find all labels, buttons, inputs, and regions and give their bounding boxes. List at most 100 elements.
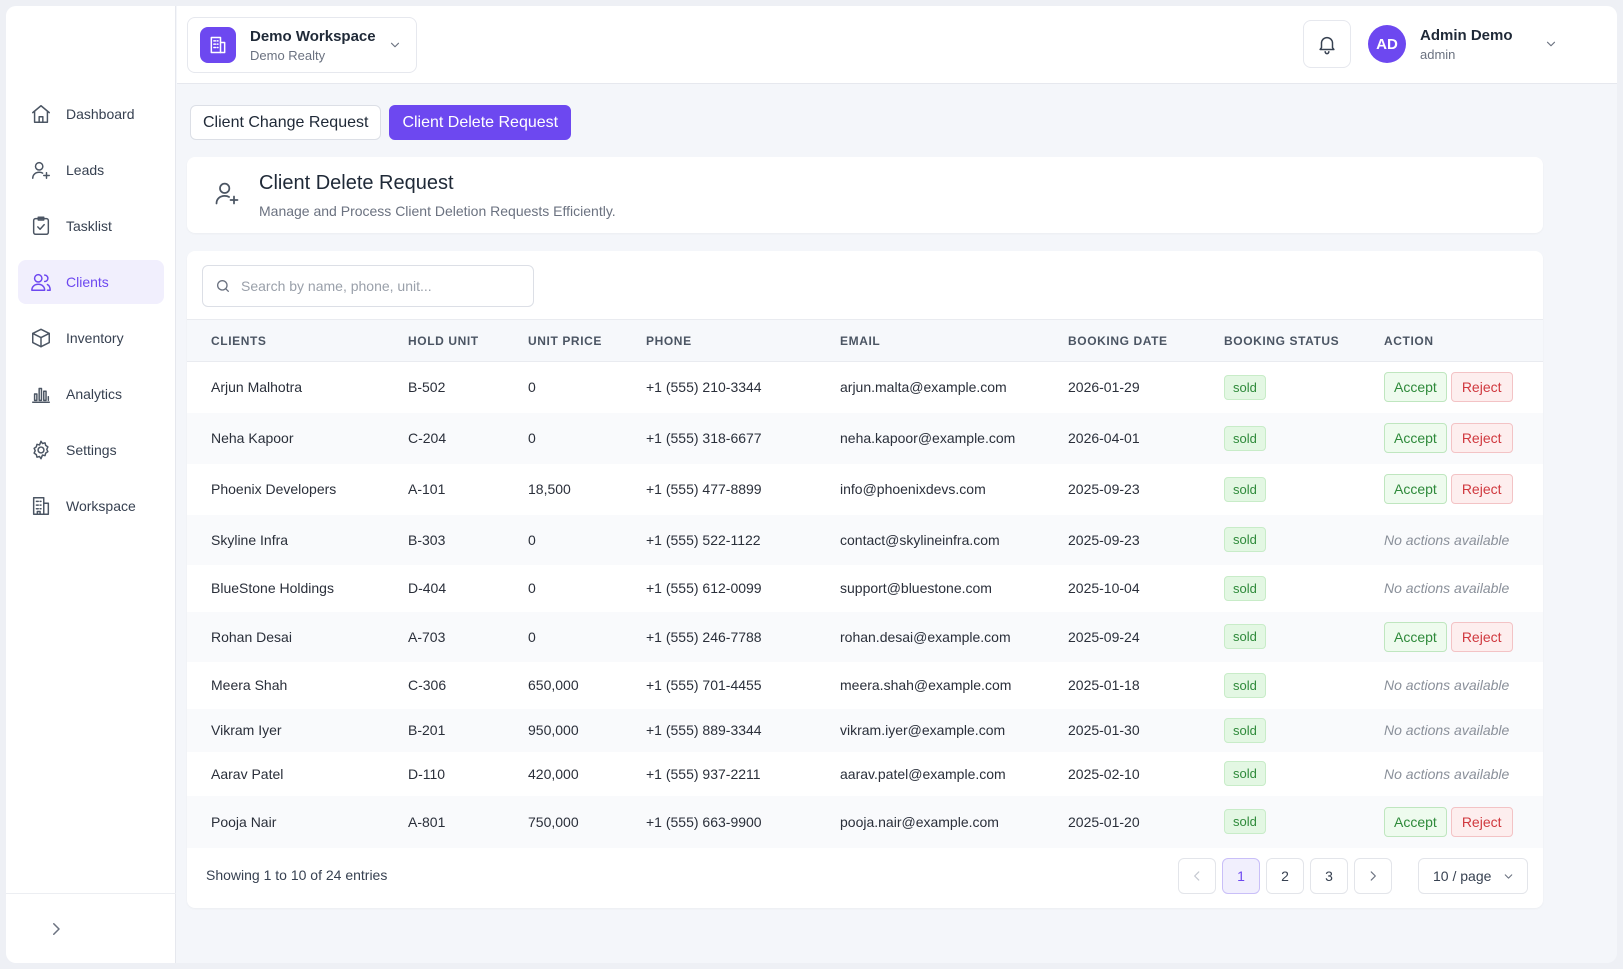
column-header-unit-price[interactable]: UNIT PRICE	[528, 320, 646, 362]
booking-status-cell: sold	[1224, 752, 1384, 796]
email-cell: neha.kapoor@example.com	[840, 430, 1016, 446]
page-button-2[interactable]: 2	[1266, 858, 1304, 894]
booking-date-cell: 2025-10-04	[1068, 580, 1140, 596]
prev-page-button[interactable]	[1178, 858, 1216, 894]
workspace-switcher[interactable]: Demo Workspace Demo Realty	[187, 17, 417, 73]
no-actions-text: No actions available	[1384, 580, 1510, 596]
table-row: Neha Kapoor C-204 0 +1 (555) 318-6677 neha.k…	[187, 412, 1543, 464]
next-page-button[interactable]	[1354, 858, 1392, 894]
table-row: Rohan Desai A-703 0 +1 (555) 246-7788 rohan.…	[187, 611, 1543, 662]
hold-unit-cell: A-801	[408, 813, 446, 830]
accept-button[interactable]: Accept	[1384, 806, 1447, 837]
reject-button[interactable]: Reject	[1450, 372, 1513, 403]
hold-unit-cell: B-201	[408, 722, 446, 738]
accept-button[interactable]: Accept	[1384, 423, 1447, 453]
workspace-name: Demo Workspace	[250, 27, 376, 45]
booking-date-cell: 2025-09-23	[1068, 481, 1140, 497]
hold-unit-cell: A-101	[408, 481, 446, 497]
sidebar-item-analytics[interactable]: Analytics	[18, 372, 164, 416]
booking-status-cell: sold	[1224, 413, 1384, 464]
page-size-select[interactable]: 10 / page	[1418, 858, 1528, 894]
sidebar-item-settings[interactable]: Settings	[18, 428, 164, 472]
column-header-phone[interactable]: PHONE	[646, 320, 840, 362]
booking-date-cell: 2025-01-20	[1068, 813, 1140, 830]
chevron-down-icon	[1504, 874, 1513, 879]
page-button-3[interactable]: 3	[1310, 858, 1348, 894]
booking-date-cell: 2025-01-18	[1068, 677, 1140, 693]
booking-date-cell: 2025-09-23	[1068, 531, 1140, 548]
action-cell: Accept Reject	[1384, 612, 1543, 662]
booking-status-cell: sold	[1224, 709, 1384, 752]
status-badge: sold	[1224, 717, 1266, 743]
unit-price-cell: 950,000	[528, 722, 579, 738]
no-actions-text: No actions available	[1384, 765, 1510, 782]
client-name-cell: Rohan Desai	[211, 628, 292, 645]
hold-unit-cell: B-502	[408, 379, 446, 396]
phone-cell: +1 (555) 210-3344	[646, 379, 762, 396]
sidebar-item-workspace[interactable]: Workspace	[18, 484, 164, 528]
email-cell: aarav.patel@example.com	[840, 765, 1006, 782]
booking-status-cell: sold	[1224, 796, 1384, 848]
booking-status-cell: sold	[1224, 565, 1384, 612]
column-header-action: ACTION	[1384, 333, 1434, 348]
phone-cell: +1 (555) 246-7788	[646, 628, 762, 645]
sidebar-item-dashboard[interactable]: Dashboard	[18, 92, 164, 136]
sidebar-item-label: Leads	[66, 162, 105, 178]
action-cell: Accept Reject	[1384, 413, 1543, 464]
sidebar-item-inventory[interactable]: Inventory	[18, 316, 164, 360]
phone-cell: +1 (555) 318-6677	[646, 430, 762, 446]
booking-date-cell: 2026-04-01	[1068, 430, 1140, 446]
box-icon	[32, 328, 50, 348]
sidebar-item-clients[interactable]: Clients	[18, 260, 164, 304]
requests-table-card: CLIENTS HOLD UNIT UNIT PRICE PHONE EMAIL…	[187, 251, 1543, 908]
phone-cell: +1 (555) 612-0099	[646, 580, 762, 596]
sidebar-item-label: Settings	[66, 442, 117, 458]
client-name-cell: BlueStone Holdings	[211, 580, 334, 596]
sidebar-item-label: Dashboard	[66, 106, 135, 122]
reject-button[interactable]: Reject	[1450, 474, 1513, 504]
column-header-email[interactable]: EMAIL	[840, 320, 1068, 362]
table-row: Skyline Infra B-303 0 +1 (555) 522-1122 cont…	[187, 514, 1543, 565]
column-header-booking-date[interactable]: BOOKING DATE	[1068, 320, 1224, 362]
phone-cell: +1 (555) 889-3344	[646, 722, 762, 738]
status-badge: sold	[1224, 527, 1266, 552]
tab-client-delete-request[interactable]: Client Delete Request	[389, 105, 572, 140]
user-menu[interactable]: AD Admin Demo admin	[1368, 20, 1558, 68]
column-header-booking-status[interactable]: BOOKING STATUS	[1224, 320, 1384, 362]
page-button-1[interactable]: 1	[1222, 858, 1260, 894]
bar-chart-icon	[32, 387, 50, 403]
client-name-cell: Arjun Malhotra	[211, 379, 303, 396]
reject-button[interactable]: Reject	[1450, 621, 1513, 652]
unit-price-cell: 750,000	[528, 813, 579, 830]
accept-button[interactable]: Accept	[1384, 621, 1447, 652]
hold-unit-cell: B-303	[408, 531, 446, 548]
accept-button[interactable]: Accept	[1384, 372, 1447, 403]
sidebar-collapse-toggle[interactable]	[6, 893, 176, 963]
booking-date-cell: 2025-02-10	[1068, 765, 1140, 782]
unit-price-cell: 650,000	[528, 677, 579, 693]
column-header-hold-unit[interactable]: HOLD UNIT	[408, 320, 528, 362]
page-title: Client Delete Request	[259, 172, 454, 194]
hold-unit-cell: C-306	[408, 677, 447, 693]
status-badge: sold	[1224, 476, 1266, 502]
notifications-button[interactable]	[1303, 20, 1351, 68]
client-name-cell: Vikram Iyer	[211, 722, 282, 738]
pagination: 1 2 3 10 / page	[1178, 858, 1528, 894]
unit-price-cell: 0	[528, 628, 536, 645]
search-input[interactable]	[241, 278, 521, 294]
building-icon	[32, 497, 50, 515]
table-row: Meera Shah C-306 650,000 +1 (555) 701-4455 m…	[187, 662, 1543, 709]
accept-button[interactable]: Accept	[1384, 474, 1447, 504]
sidebar-item-leads[interactable]: Leads	[18, 148, 164, 192]
chevron-right-icon	[1370, 871, 1376, 881]
action-cell: No actions available	[1384, 752, 1543, 796]
tab-client-change-request[interactable]: Client Change Request	[190, 105, 382, 140]
reject-button[interactable]: Reject	[1450, 806, 1513, 837]
user-plus-icon	[32, 161, 50, 179]
email-cell: rohan.desai@example.com	[840, 628, 1011, 645]
sidebar-item-tasklist[interactable]: Tasklist	[18, 204, 164, 248]
reject-button[interactable]: Reject	[1450, 423, 1513, 453]
chevron-right-icon	[53, 922, 60, 935]
table-header: CLIENTS HOLD UNIT UNIT PRICE PHONE EMAIL…	[187, 319, 1543, 362]
column-header-clients[interactable]: CLIENTS	[187, 320, 408, 362]
